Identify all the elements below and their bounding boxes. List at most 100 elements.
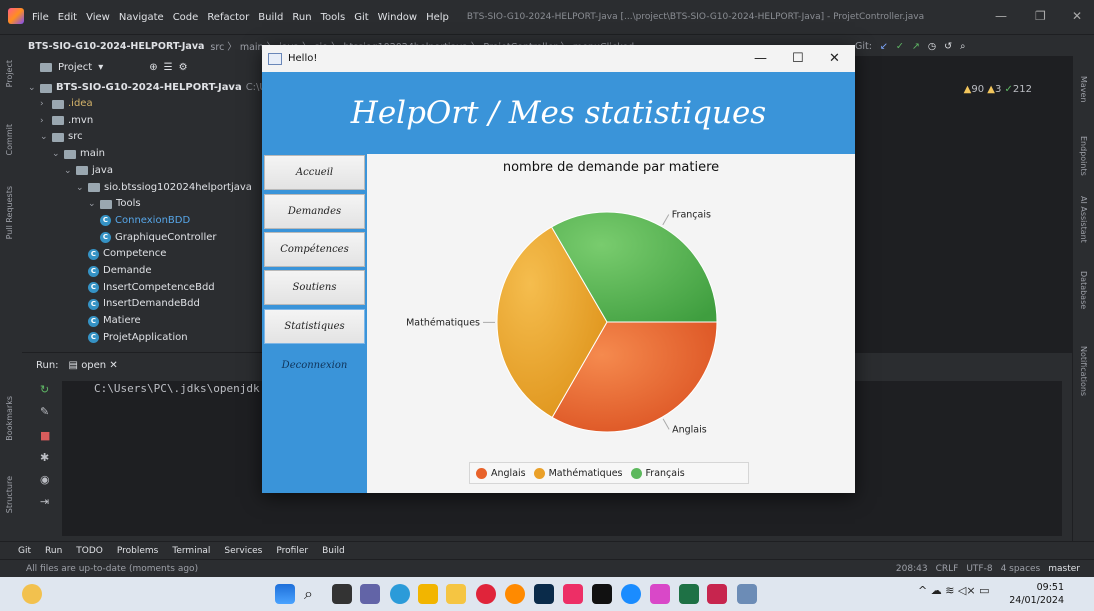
chevron-icon[interactable]: ⌄ — [88, 196, 96, 212]
tree-root[interactable]: ⌄ BTS-SIO-G10-2024-HELPORT-Java C:\Us — [28, 80, 272, 96]
system-tray-icons[interactable]: ^ ☁ ≋ ◁× ▭ — [918, 584, 998, 604]
menu-item-file[interactable]: File — [32, 12, 49, 23]
clock[interactable]: 09:51 24/01/2024 — [1009, 581, 1064, 607]
tree-folder[interactable]: ⌄ sio.btssiog102024helportjava — [76, 180, 252, 196]
close-icon[interactable]: ✕ — [1072, 9, 1082, 23]
endpoints-tool-tab[interactable]: Endpoints — [1079, 136, 1088, 176]
edge-icon[interactable] — [390, 584, 410, 604]
collapse-icon[interactable]: ☰ — [164, 62, 173, 73]
menu-item-code[interactable]: Code — [173, 12, 199, 23]
tree-folder[interactable]: ⌄ java — [64, 163, 113, 179]
java-app-icon[interactable] — [737, 584, 757, 604]
search-icon[interactable]: ⌕ — [960, 41, 965, 52]
menu-item-edit[interactable]: Edit — [58, 12, 77, 23]
tree-folder[interactable]: › .idea — [40, 96, 93, 112]
wrench-icon[interactable]: ✎ — [40, 405, 54, 418]
nav-accueil-button[interactable]: Accueil — [264, 155, 365, 190]
lightroom-icon[interactable] — [534, 584, 554, 604]
run-tab[interactable]: ▤ open ✕ — [69, 360, 118, 371]
inspection-widget[interactable]: ▲90 ▲3 ✓212 — [964, 84, 1032, 95]
rerun-icon[interactable]: ↻ — [40, 383, 54, 396]
tree-folder[interactable]: ⌄ Tools — [88, 196, 141, 212]
restore-icon[interactable]: ❐ — [1035, 9, 1046, 23]
menu-item-run[interactable]: Run — [292, 12, 311, 23]
explorer-icon[interactable] — [446, 584, 466, 604]
task-view-icon[interactable] — [332, 584, 352, 604]
menu-item-refactor[interactable]: Refactor — [207, 12, 249, 23]
tree-class[interactable]: C InsertCompetenceBdd — [88, 280, 215, 296]
chevron-down-icon[interactable]: ▾ — [98, 62, 103, 73]
tree-class[interactable]: C GraphiqueController — [100, 230, 216, 246]
chevron-icon[interactable]: › — [40, 113, 48, 129]
bookmarks-tool-tab[interactable]: Bookmarks — [5, 396, 14, 441]
project-panel-title[interactable]: Project — [58, 62, 92, 73]
menu-item-help[interactable]: Help — [426, 12, 449, 23]
menu-item-navigate[interactable]: Navigate — [119, 12, 164, 23]
teams-icon[interactable] — [360, 584, 380, 604]
status-message[interactable]: All files are up-to-date (moments ago) — [26, 564, 198, 574]
tool-tab-services[interactable]: Services — [224, 546, 262, 556]
creative-cloud-icon[interactable] — [563, 584, 583, 604]
app-minimize-icon[interactable]: — — [754, 51, 767, 66]
tool-tab-git[interactable]: Git — [18, 546, 31, 556]
nav-statistiques-button[interactable]: Statistiques — [264, 309, 365, 344]
tree-class[interactable]: C Matiere — [88, 313, 141, 329]
stop-icon[interactable]: ■ — [40, 429, 54, 442]
tool-tab-terminal[interactable]: Terminal — [172, 546, 210, 556]
nav-soutiens-button[interactable]: Soutiens — [264, 270, 365, 305]
menu-item-window[interactable]: Window — [378, 12, 417, 23]
tree-folder[interactable]: ⌄ src — [40, 129, 83, 145]
menu-item-tools[interactable]: Tools — [321, 12, 346, 23]
push-icon[interactable]: ↗ — [912, 41, 920, 52]
update-icon[interactable]: ↙ — [880, 41, 888, 52]
logout-link[interactable]: Deconnexion — [262, 360, 367, 371]
excel-icon[interactable] — [679, 584, 699, 604]
tool-tab-problems[interactable]: Problems — [117, 546, 158, 556]
firefox-icon[interactable] — [505, 584, 525, 604]
chevron-icon[interactable]: ⌄ — [52, 146, 60, 162]
store-icon[interactable] — [418, 584, 438, 604]
start-icon[interactable] — [275, 584, 295, 604]
menu-item-view[interactable]: View — [86, 12, 110, 23]
tool-tab-build[interactable]: Build — [322, 546, 345, 556]
intellij-logo-icon[interactable] — [8, 8, 24, 24]
tool-tab-todo[interactable]: TODO — [76, 546, 103, 556]
search-icon[interactable]: ⌕ — [304, 584, 324, 604]
tree-class[interactable]: C InsertDemandeBdd — [88, 296, 200, 312]
target-icon[interactable]: ⊕ — [149, 62, 157, 73]
rollback-icon[interactable]: ↺ — [944, 41, 952, 52]
pull-requests-tool-tab[interactable]: Pull Requests — [5, 186, 14, 239]
indent-setting[interactable]: 4 spaces — [1001, 564, 1041, 574]
phpstorm-icon[interactable] — [650, 584, 670, 604]
chevron-icon[interactable]: › — [40, 96, 48, 112]
minimize-icon[interactable]: — — [995, 9, 1007, 23]
tree-folder[interactable]: ⌄ main — [52, 146, 105, 162]
line-separator[interactable]: CRLF — [936, 564, 959, 574]
camera-icon[interactable]: ◉ — [40, 473, 54, 486]
tree-class[interactable]: C ProjetApplication — [88, 330, 188, 346]
debug-icon[interactable]: ✱ — [40, 451, 54, 464]
app-maximize-icon[interactable]: ☐ — [792, 51, 804, 66]
notifications-tool-tab[interactable]: Notifications — [1079, 346, 1088, 396]
tool-tab-run[interactable]: Run — [45, 546, 62, 556]
caret-position[interactable]: 208:43 — [896, 564, 928, 574]
settings-icon[interactable]: ⚙ — [179, 62, 188, 73]
tool-tab-profiler[interactable]: Profiler — [276, 546, 308, 556]
commit-icon[interactable]: ✓ — [896, 41, 904, 52]
database-tool-tab[interactable]: Database — [1079, 271, 1088, 309]
app-close-icon[interactable]: ✕ — [829, 51, 840, 66]
nav-demandes-button[interactable]: Demandes — [264, 194, 365, 229]
breadcrumb-root[interactable]: BTS-SIO-G10-2024-HELPORT-Java — [28, 41, 204, 52]
exit-icon[interactable]: ⇥ — [40, 495, 54, 508]
opera-icon[interactable] — [476, 584, 496, 604]
structure-tool-tab[interactable]: Structure — [5, 476, 14, 513]
commit-tool-tab[interactable]: Commit — [5, 124, 14, 155]
menu-item-git[interactable]: Git — [354, 12, 368, 23]
maven-tool-tab[interactable]: Maven — [1079, 76, 1088, 103]
chevron-icon[interactable]: ⌄ — [76, 180, 84, 196]
teams-chat-icon[interactable] — [621, 584, 641, 604]
project-tool-tab[interactable]: Project — [5, 60, 14, 87]
file-encoding[interactable]: UTF-8 — [966, 564, 992, 574]
menu-item-build[interactable]: Build — [258, 12, 283, 23]
intellij-taskbar-icon[interactable] — [707, 584, 727, 604]
